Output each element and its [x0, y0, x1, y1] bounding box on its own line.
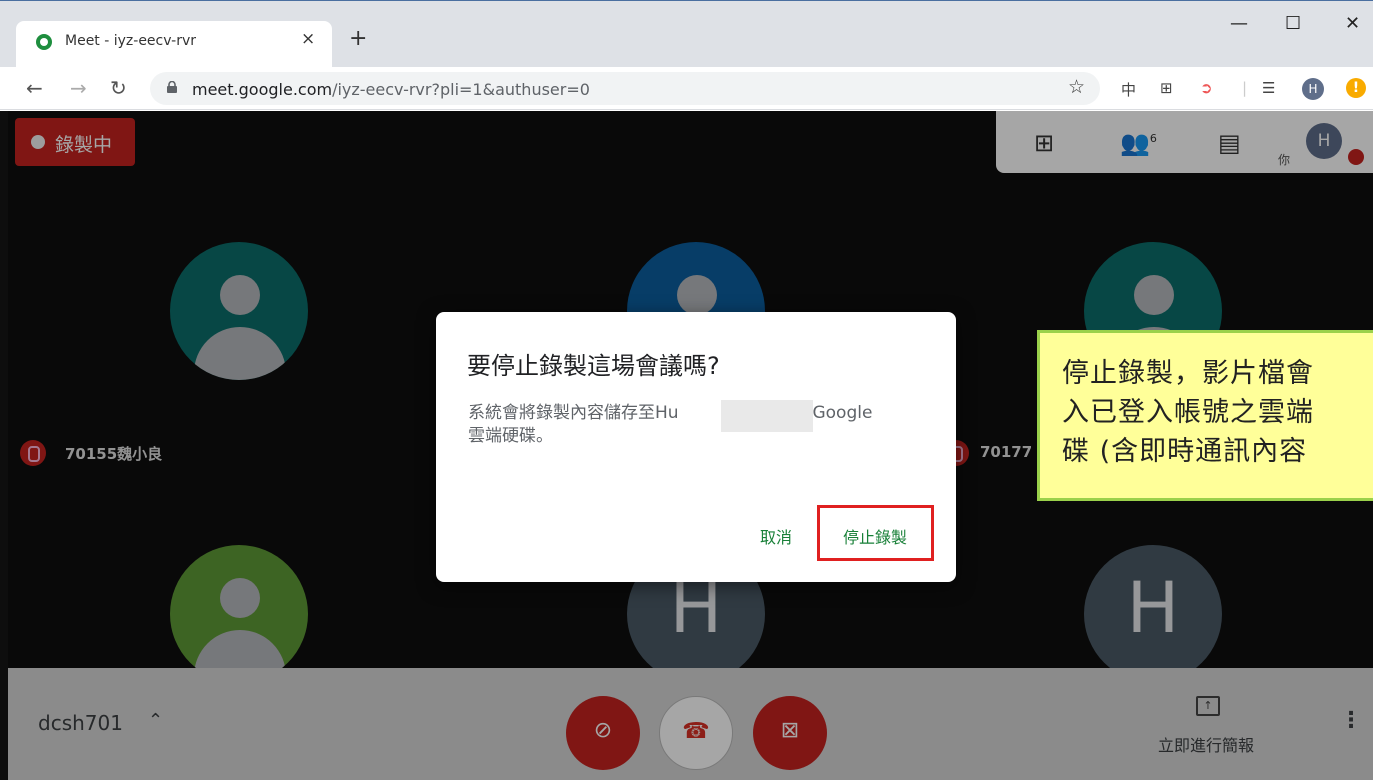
- highlight-box: 停止錄製: [817, 505, 934, 561]
- callout-line: 碟 (含即時通訊內容: [1062, 436, 1308, 467]
- profile-avatar[interactable]: H: [1302, 78, 1324, 100]
- callout-line: 停止錄製，影片檔會: [1062, 358, 1314, 389]
- annotation-callout: 停止錄製，影片檔會 入已登入帳號之雲端 碟 (含即時通訊內容: [1037, 330, 1373, 501]
- stop-recording-dialog: 要停止錄製這場會議嗎? 系統會將錄製內容儲存至Hu ui的 Google 雲端硬碟…: [436, 312, 956, 582]
- maximize-button[interactable]: ☐: [1285, 13, 1301, 34]
- bookmark-star-icon[interactable]: ☆: [1068, 76, 1085, 98]
- screen: Meet - iyz-eecv-rvr × + — ☐ ✕ ← → ↻ meet…: [0, 0, 1373, 780]
- forward-arrow-icon[interactable]: →: [70, 76, 87, 100]
- minimize-button[interactable]: —: [1230, 13, 1248, 34]
- stop-recording-button[interactable]: 停止錄製: [843, 524, 907, 548]
- tab-close-icon[interactable]: ×: [301, 29, 315, 49]
- toolbar-divider: |: [1242, 79, 1248, 97]
- reading-list-icon[interactable]: ☰: [1262, 79, 1275, 97]
- update-alert-icon[interactable]: !: [1346, 78, 1366, 98]
- close-window-button[interactable]: ✕: [1345, 13, 1360, 34]
- dialog-body-line2: 雲端硬碟。: [468, 426, 553, 446]
- reload-icon[interactable]: ↻: [110, 76, 127, 100]
- window-edge: [0, 111, 8, 780]
- callout-line: 入已登入帳號之雲端: [1062, 397, 1314, 428]
- dialog-body-prefix: 系統會將錄製內容儲存至Hu: [468, 403, 679, 423]
- browser-tab[interactable]: Meet - iyz-eecv-rvr ×: [16, 21, 332, 68]
- screencast-extension-icon[interactable]: ➲: [1200, 79, 1213, 97]
- new-tab-button[interactable]: +: [349, 26, 367, 51]
- cancel-button[interactable]: 取消: [760, 524, 792, 548]
- browser-tabbar: Meet - iyz-eecv-rvr × + — ☐ ✕: [0, 0, 1373, 68]
- back-arrow-icon[interactable]: ←: [26, 76, 43, 100]
- redaction-box: [721, 400, 813, 432]
- meet-favicon-icon: [36, 34, 52, 50]
- lock-icon: [167, 81, 177, 93]
- browser-toolbar: ← → ↻ meet.google.com/iyz-eecv-rvr?pli=1…: [0, 67, 1373, 110]
- translate-extension-icon[interactable]: 中: [1121, 79, 1136, 100]
- grid-extension-icon[interactable]: ⊞: [1160, 79, 1173, 97]
- url-text: meet.google.com/iyz-eecv-rvr?pli=1&authu…: [192, 80, 590, 99]
- dialog-title: 要停止錄製這場會議嗎?: [467, 352, 720, 380]
- dialog-body: 系統會將錄製內容儲存至Hu ui的 Google 雲端硬碟。: [468, 402, 928, 448]
- address-bar[interactable]: meet.google.com/iyz-eecv-rvr?pli=1&authu…: [150, 72, 1100, 105]
- tab-title: Meet - iyz-eecv-rvr: [65, 33, 197, 49]
